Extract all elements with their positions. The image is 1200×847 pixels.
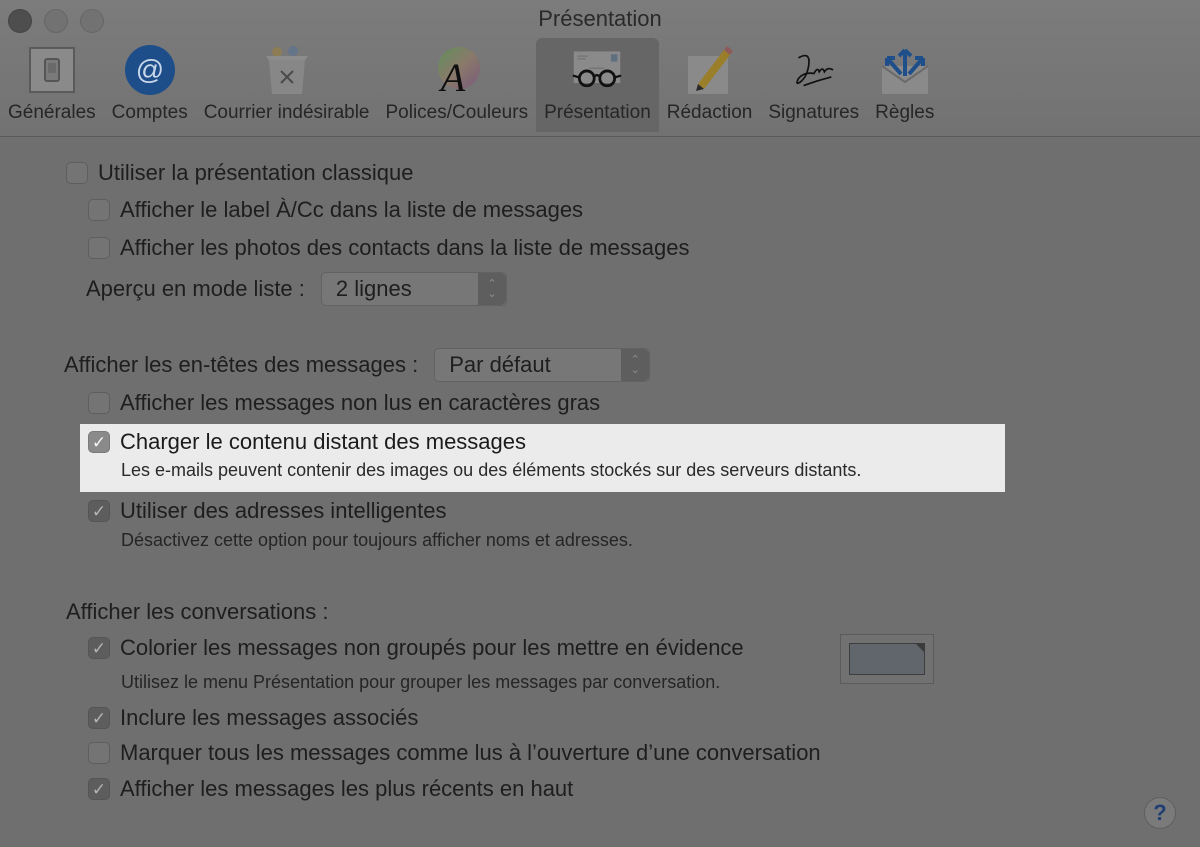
tab-label: Rédaction: [666, 102, 753, 123]
setting-smart-addresses[interactable]: ✓ Utiliser des adresses intelligentes: [88, 498, 447, 524]
load-remote-label: Charger le contenu distant des messages: [120, 429, 527, 454]
headers-label: Afficher les en-têtes des messages :: [64, 352, 419, 377]
help-button[interactable]: ?: [1144, 797, 1176, 829]
list-preview-popup[interactable]: 2 lignes ⌃ ⌄: [320, 272, 507, 306]
tab-presentation[interactable]: Présentation: [536, 38, 659, 132]
popup-arrows-icon: ⌃ ⌄: [621, 349, 650, 381]
unread-bold-checkbox[interactable]: [88, 392, 110, 414]
setting-newest-on-top[interactable]: ✓ Afficher les messages les plus récents…: [88, 776, 573, 802]
tab-label: Polices/Couleurs: [385, 102, 529, 123]
classic-layout-label: Utiliser la présentation classique: [98, 160, 414, 185]
setting-headers: Afficher les en-têtes des messages : Par…: [64, 348, 651, 382]
conversations-header: Afficher les conversations :: [66, 599, 329, 624]
setting-list-preview: Aperçu en mode liste : 2 lignes ⌃ ⌄: [86, 272, 507, 306]
include-related-checkbox[interactable]: ✓: [88, 707, 110, 729]
tab-polices-couleurs[interactable]: A Polices/Couleurs: [378, 38, 537, 132]
tab-signatures[interactable]: Signatures: [760, 38, 867, 132]
pencil-icon: [684, 44, 736, 96]
show-contact-photos-label: Afficher les photos des contacts dans la…: [120, 235, 690, 260]
color-swatch: [849, 643, 925, 675]
show-to-cc-checkbox[interactable]: [88, 199, 110, 221]
tab-generales[interactable]: Générales: [0, 38, 104, 132]
list-preview-value: 2 lignes: [335, 276, 412, 301]
popup-arrows-icon: ⌃ ⌄: [477, 273, 506, 305]
svg-text:@: @: [135, 54, 163, 85]
tab-courrier-indesirable[interactable]: Courrier indésirable: [196, 38, 378, 132]
load-remote-checkbox[interactable]: ✓: [88, 431, 110, 453]
tab-label: Générales: [8, 102, 96, 123]
font-color-wheel-icon: A: [431, 44, 483, 96]
tab-label: Signatures: [768, 102, 860, 123]
headers-value: Par défaut: [449, 352, 551, 377]
mark-all-read-label: Marquer tous les messages comme lus à l’…: [120, 740, 821, 765]
setting-include-related[interactable]: ✓ Inclure les messages associés: [88, 705, 418, 731]
tab-label: Règles: [875, 102, 935, 123]
show-to-cc-label: Afficher le label À/Cc dans la liste de …: [120, 197, 584, 222]
setting-color-ungrouped[interactable]: ✓ Colorier les messages non groupés pour…: [88, 635, 744, 661]
preferences-toolbar: Générales @ Comptes Courrier indésirable…: [0, 38, 942, 136]
setting-unread-bold[interactable]: Afficher les messages non lus en caractè…: [88, 390, 600, 416]
color-ungrouped-description: Utilisez le menu Présentation pour group…: [121, 672, 721, 692]
list-preview-label: Aperçu en mode liste :: [86, 276, 305, 301]
tab-regles[interactable]: Règles: [867, 38, 942, 132]
signature-icon: [788, 44, 840, 96]
window-titlebar: Présentation Générales @ Comptes Courrie…: [0, 0, 1200, 137]
highlighted-setting-load-remote: ✓ Charger le contenu distant des message…: [80, 424, 1005, 492]
load-remote-description: Les e-mails peuvent contenir des images …: [121, 460, 862, 480]
unread-bold-label: Afficher les messages non lus en caractè…: [120, 390, 601, 415]
tab-redaction[interactable]: Rédaction: [659, 38, 761, 132]
smart-addresses-label: Utiliser des adresses intelligentes: [120, 498, 447, 523]
tab-comptes[interactable]: @ Comptes: [104, 38, 196, 132]
setting-show-to-cc[interactable]: Afficher le label À/Cc dans la liste de …: [88, 197, 583, 223]
setting-mark-all-read[interactable]: Marquer tous les messages comme lus à l’…: [88, 740, 821, 766]
color-ungrouped-label: Colorier les messages non groupés pour l…: [120, 635, 744, 660]
glasses-letter-icon: [571, 44, 623, 96]
tab-label: Courrier indésirable: [203, 102, 370, 123]
at-sign-icon: @: [124, 44, 176, 96]
window-title: Présentation: [538, 6, 662, 31]
headers-popup[interactable]: Par défaut ⌃ ⌄: [434, 348, 651, 382]
highlight-color-well[interactable]: [840, 634, 934, 684]
classic-layout-checkbox[interactable]: [66, 162, 88, 184]
smart-addresses-checkbox[interactable]: ✓: [88, 500, 110, 522]
question-mark-icon: ?: [1153, 800, 1167, 825]
mark-all-read-checkbox[interactable]: [88, 742, 110, 764]
svg-text:A: A: [438, 55, 466, 96]
switch-icon: [26, 44, 78, 96]
setting-load-remote[interactable]: ✓ Charger le contenu distant des message…: [88, 429, 526, 455]
setting-show-contact-photos[interactable]: Afficher les photos des contacts dans la…: [88, 235, 689, 261]
color-ungrouped-checkbox[interactable]: ✓: [88, 637, 110, 659]
smart-addresses-description: Désactivez cette option pour toujours af…: [121, 530, 633, 550]
rules-envelope-icon: [879, 44, 931, 96]
show-contact-photos-checkbox[interactable]: [88, 237, 110, 259]
presentation-settings-pane: Utiliser la présentation classique Affic…: [0, 137, 1200, 847]
include-related-label: Inclure les messages associés: [120, 705, 419, 730]
color-well-corner-icon: [915, 643, 925, 653]
newest-on-top-checkbox[interactable]: ✓: [88, 778, 110, 800]
setting-classic-layout[interactable]: Utiliser la présentation classique: [66, 160, 414, 186]
junk-trash-icon: [261, 44, 313, 96]
tab-label: Comptes: [111, 102, 188, 123]
tab-label: Présentation: [544, 102, 651, 123]
newest-on-top-label: Afficher les messages les plus récents e…: [120, 776, 574, 801]
